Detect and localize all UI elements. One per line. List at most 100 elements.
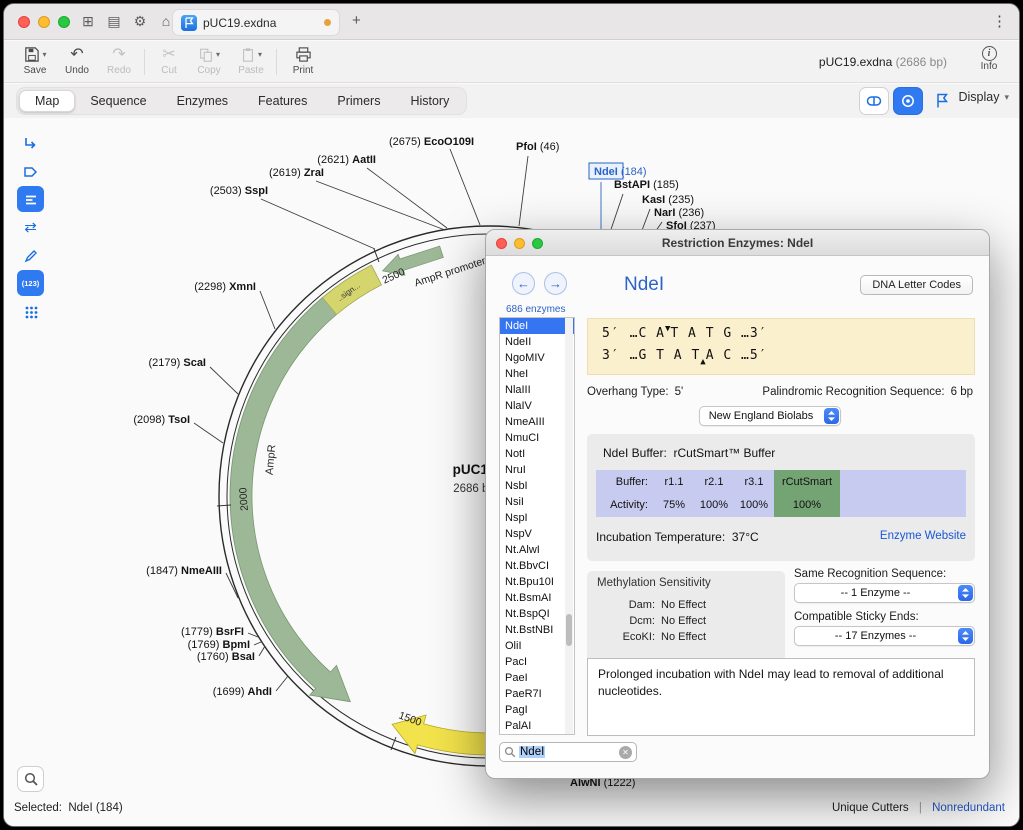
supplier-select[interactable]: New England Biolabs [699, 406, 841, 426]
map-enzyme-label[interactable]: (1760) BsaI [197, 651, 255, 663]
enzyme-list-item[interactable]: NlaIII [500, 382, 574, 398]
undo-button[interactable]: ↶ Undo [58, 45, 96, 76]
enzyme-list-item[interactable]: PalAI [500, 718, 574, 734]
map-enzyme-label[interactable]: (2179) ScaI [149, 357, 207, 369]
zoom-button[interactable] [58, 16, 70, 28]
tab-sequence[interactable]: Sequence [75, 90, 161, 112]
close-button[interactable] [18, 16, 30, 28]
nonredundant-toggle[interactable]: Nonredundant [932, 802, 1005, 814]
map-enzyme-label[interactable]: (1779) BsrFI [181, 626, 244, 638]
same-recognition-select[interactable]: -- 1 Enzyme -- [794, 583, 975, 603]
map-enzyme-label[interactable]: BstAPI (185) [614, 179, 679, 191]
map-enzyme-label[interactable]: NarI (236) [654, 207, 704, 219]
enzyme-list-item[interactable]: NsbI [500, 478, 574, 494]
info-button[interactable]: i Info [969, 45, 1009, 72]
display-menu-button[interactable]: Display ▾ [958, 90, 1009, 104]
print-button[interactable]: Print [284, 45, 322, 76]
tab-primers[interactable]: Primers [322, 90, 395, 112]
dialog-titlebar[interactable]: Restriction Enzymes: NdeI [486, 230, 989, 256]
tab-map[interactable]: Map [19, 90, 76, 112]
enzyme-list-item[interactable]: NlaIV [500, 398, 574, 414]
enzyme-list-item[interactable]: Nt.BspQI [500, 606, 574, 622]
copy-button[interactable]: ▾ Copy [190, 45, 228, 76]
map-enzyme-label[interactable]: (2098) TsoI [133, 414, 190, 426]
enzyme-list-item[interactable]: Nt.BbvCI [500, 558, 574, 574]
save-button[interactable]: ▾ Save [16, 45, 54, 76]
feature-label-ampr[interactable]: AmpR [264, 444, 279, 476]
apps-grid-icon[interactable]: ⊞ [78, 13, 98, 30]
map-enzyme-label[interactable]: (1699) AhdI [213, 686, 272, 698]
minimize-button[interactable] [38, 16, 50, 28]
enzyme-list-item[interactable]: NotI [500, 446, 574, 462]
compatible-ends-select[interactable]: -- 17 Enzymes -- [794, 626, 975, 646]
dna-letter-codes-button[interactable]: DNA Letter Codes [860, 275, 973, 295]
settings-gear-icon[interactable]: ⚙ [130, 13, 150, 30]
flag-button[interactable] [927, 87, 957, 115]
tab-enzymes[interactable]: Enzymes [162, 90, 243, 112]
tool-feature-arrow[interactable] [17, 158, 44, 184]
tool-alignment[interactable] [17, 186, 44, 212]
enzyme-list-item[interactable]: OliI [500, 638, 574, 654]
enzyme-list-item[interactable]: NmeAIII [500, 414, 574, 430]
enzyme-list-item[interactable]: NdeII [500, 334, 574, 350]
map-enzyme-label[interactable]: KasI (235) [642, 194, 694, 206]
map-enzyme-label[interactable]: (2621) AatII [317, 154, 376, 166]
tool-numbering[interactable]: (123) [17, 270, 44, 296]
map-enzyme-label[interactable]: (2675) EcoO109I [389, 136, 474, 148]
new-tab-button[interactable]: + [352, 12, 361, 29]
map-enzyme-label[interactable]: NdeI (184) [594, 166, 647, 178]
view-tab-row: Map Sequence Enzymes Features Primers Hi… [4, 84, 1019, 118]
enzyme-list-item[interactable]: Nt.Bpu10I [500, 574, 574, 590]
enzyme-list-item[interactable]: Nt.BsmAI [500, 590, 574, 606]
back-button[interactable]: ← [512, 272, 535, 295]
enzymes-toggle-button[interactable] [859, 87, 889, 115]
enzyme-list-item[interactable]: NmuCI [500, 430, 574, 446]
tool-select-range[interactable] [17, 130, 44, 156]
map-enzyme-label[interactable]: (2619) ZraI [269, 167, 324, 179]
canvas-search-button[interactable] [17, 766, 44, 792]
select-stepper-icon [958, 628, 973, 644]
enzyme-list-item[interactable]: PaeR7I [500, 686, 574, 702]
enzyme-list-item[interactable]: PaeI [500, 670, 574, 686]
enzyme-list-item[interactable]: Nt.AlwI [500, 542, 574, 558]
cut-button[interactable]: ✂ Cut [150, 45, 188, 76]
feature-ampr-arrow[interactable] [229, 264, 382, 703]
enzyme-list-item[interactable]: NheI [500, 366, 574, 382]
search-input-value[interactable]: NdeI [519, 746, 546, 758]
enzyme-list-item[interactable]: NspV [500, 526, 574, 542]
enzyme-list-item[interactable]: NruI [500, 462, 574, 478]
clear-search-icon[interactable]: ✕ [619, 745, 632, 759]
enzyme-list-item[interactable]: NsiI [500, 494, 574, 510]
sites-toggle-button[interactable] [893, 87, 923, 115]
tool-grid[interactable] [17, 298, 44, 324]
map-enzyme-label[interactable]: (2503) SspI [210, 185, 268, 197]
enzyme-website-link[interactable]: Enzyme Website [880, 530, 966, 542]
overhang-type: Overhang Type: 5' [587, 386, 684, 398]
document-tab[interactable]: pUC19.exdna [172, 9, 340, 36]
enzyme-search-field[interactable]: NdeI ✕ [499, 742, 637, 762]
enzyme-list-item[interactable]: Nt.BstNBI [500, 622, 574, 638]
tab-history[interactable]: History [395, 90, 464, 112]
library-icon[interactable]: ▤ [104, 13, 124, 30]
enzyme-list-item[interactable]: PacI [500, 654, 574, 670]
tool-swap-strands[interactable]: ⇄ [17, 214, 44, 240]
enzyme-list-item[interactable]: NgoMIV [500, 350, 574, 366]
forward-button[interactable]: → [544, 272, 567, 295]
tool-edit[interactable] [17, 242, 44, 268]
enzyme-list-item[interactable]: NdeI [500, 318, 574, 334]
recognition-sequence-box: 5′ …C A▼T A T G …3′ 3′ …G T A T▲A C …5′ [587, 318, 975, 375]
enzyme-list-item[interactable]: NspI [500, 510, 574, 526]
map-enzyme-label[interactable]: PfoI (46) [516, 141, 559, 153]
unique-cutters-toggle[interactable]: Unique Cutters [832, 802, 909, 814]
scrollbar-thumb[interactable] [566, 614, 572, 646]
tab-features[interactable]: Features [243, 90, 322, 112]
paste-button[interactable]: ▾ Paste [232, 45, 270, 76]
enzyme-list-item[interactable]: PagI [500, 702, 574, 718]
map-enzyme-label[interactable]: (1847) NmeAIII [146, 565, 222, 577]
map-enzyme-label[interactable]: (1769) BpmI [188, 639, 250, 651]
enzyme-list[interactable]: NdeI NdeII NgoMIV NheI NlaIII NlaIV NmeAIII Nmu… [499, 317, 575, 735]
redo-button[interactable]: ↷ Redo [100, 45, 138, 76]
overflow-menu-icon[interactable]: ⋮ [992, 12, 1007, 30]
map-enzyme-label[interactable]: (2298) XmnI [194, 281, 256, 293]
enzyme-list-scrollbar[interactable] [565, 318, 573, 734]
